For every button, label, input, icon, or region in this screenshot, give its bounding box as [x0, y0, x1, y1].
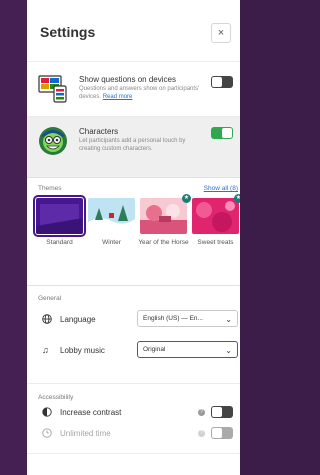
chevron-down-icon: ⌄ [225, 315, 232, 324]
theme-tile-sweet-treats[interactable] [192, 198, 239, 234]
show-questions-setting: Show questions on devices Questions and … [27, 62, 240, 117]
character-avatar-icon [39, 127, 67, 155]
clock-icon [42, 428, 52, 438]
theme-name-sweet-treats: Sweet treats [197, 239, 234, 246]
theme-tile-standard[interactable] [33, 195, 86, 237]
devices-illustration-icon [38, 75, 67, 103]
show-questions-description: Questions and answers show on participan… [79, 86, 205, 101]
theme-name-standard: Standard [46, 239, 73, 246]
characters-description: Let participants add a personal touch by… [79, 138, 186, 152]
contrast-icon [42, 407, 52, 417]
toggle-knob [212, 407, 222, 417]
characters-toggle[interactable] [211, 127, 233, 139]
general-section: General Language English (US) — En... ⌄ … [27, 286, 240, 384]
unlimited-time-label: Unlimited time [60, 429, 111, 438]
info-icon[interactable]: ? [198, 409, 205, 416]
language-select[interactable]: English (US) — En... ⌄ [137, 310, 238, 327]
show-all-themes-link[interactable]: Show all (8) [204, 185, 238, 192]
general-label: General [38, 295, 62, 302]
info-icon[interactable]: ? [198, 430, 205, 437]
show-questions-toggle[interactable] [211, 76, 233, 88]
themes-section: Themes Show all (8) Standard Winter ★ Ye… [27, 178, 240, 286]
show-questions-title: Show questions on devices [79, 75, 176, 84]
characters-title: Characters [79, 127, 119, 136]
lobby-music-value: Original [143, 346, 166, 353]
language-label: Language [60, 315, 96, 324]
theme-name-year-of-the-horse: Year of the Horse [138, 239, 189, 246]
increase-contrast-toggle[interactable] [211, 406, 233, 418]
chevron-down-icon: ⌄ [225, 346, 232, 355]
toggle-knob [212, 428, 222, 438]
theme-tile-winter[interactable] [88, 198, 135, 234]
show-questions-desc-text: Questions and answers show on participan… [79, 86, 200, 100]
theme-badge-icon: ★ [234, 194, 240, 203]
theme-tile-year-of-the-horse[interactable] [140, 198, 187, 234]
toggle-knob [212, 77, 222, 87]
theme-tiles: Standard Winter ★ Year of the Horse ★ Sw… [33, 194, 240, 285]
theme-name-winter: Winter [102, 239, 121, 246]
panel-title: Settings [40, 24, 96, 40]
language-value: English (US) — En... [143, 315, 203, 322]
globe-icon [42, 314, 52, 324]
accessibility-section: Accessibility Increase contrast ? Unlimi… [27, 384, 240, 454]
music-note-icon: ♫ [42, 345, 49, 355]
lobby-music-label: Lobby music [60, 346, 105, 355]
lobby-music-select[interactable]: Original ⌄ [137, 341, 238, 358]
increase-contrast-label: Increase contrast [60, 408, 122, 417]
unlimited-time-toggle[interactable] [211, 427, 233, 439]
close-icon: × [217, 27, 225, 39]
accessibility-label: Accessibility [38, 394, 74, 401]
themes-label: Themes [38, 185, 62, 192]
settings-panel: Settings × Show questions on devices Que… [27, 0, 240, 475]
characters-setting: Characters Let participants add a person… [27, 117, 240, 178]
close-button[interactable]: × [211, 23, 231, 43]
toggle-knob [222, 128, 232, 138]
read-more-link[interactable]: Read more [103, 94, 133, 100]
background-overlay [0, 0, 27, 475]
theme-badge-icon: ★ [182, 194, 191, 203]
panel-header: Settings × [27, 0, 240, 62]
